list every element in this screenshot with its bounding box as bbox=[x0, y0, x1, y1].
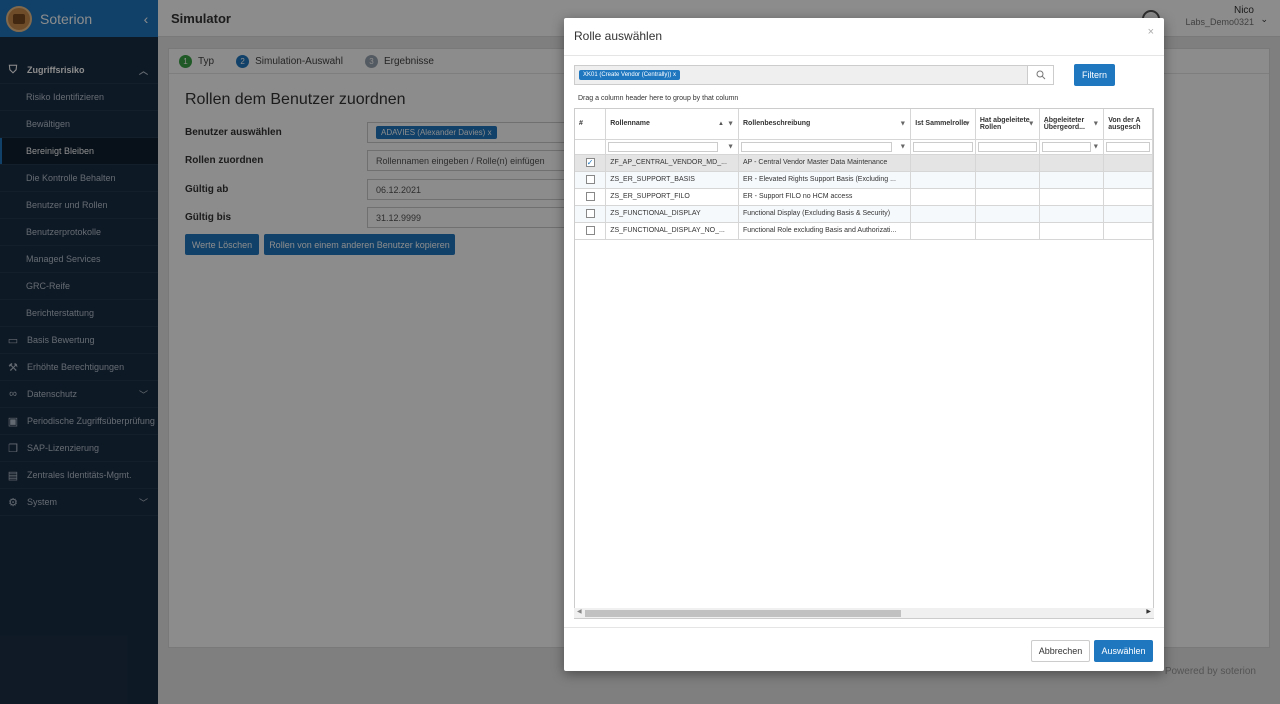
column-header-derived-parent[interactable]: Abgeleiteter Übergeord... ▼ bbox=[1039, 109, 1105, 140]
table-row[interactable]: ZS_ER_SUPPORT_BASIS ER - Elevated Rights … bbox=[575, 171, 1153, 189]
divider bbox=[564, 627, 1164, 628]
excluded-cell bbox=[1103, 188, 1153, 206]
scroll-left-icon[interactable]: ◀ bbox=[577, 608, 582, 615]
filter-cell: ▼ bbox=[605, 139, 739, 155]
filter-cell: ▼ bbox=[1039, 139, 1105, 155]
filter-icon[interactable]: ▼ bbox=[727, 120, 734, 127]
derived-parent-cell bbox=[1039, 171, 1105, 189]
checkbox-cell bbox=[575, 171, 607, 189]
excluded-cell bbox=[1103, 205, 1153, 223]
column-header-role-description[interactable]: Rollenbeschreibung ▼ bbox=[738, 109, 912, 140]
role-name-cell: ZF_AP_CENTRAL_VENDOR_MD_... bbox=[605, 154, 739, 172]
column-filter-input[interactable] bbox=[1041, 141, 1091, 152]
excluded-cell bbox=[1103, 171, 1153, 189]
column-header-excluded[interactable]: Von der A ausgesch bbox=[1103, 109, 1153, 140]
column-filter-input[interactable] bbox=[1106, 141, 1150, 152]
role-description-cell: AP - Central Vendor Master Data Maintena… bbox=[738, 154, 912, 172]
derived-parent-cell bbox=[1039, 154, 1105, 172]
search-icon bbox=[1036, 70, 1045, 80]
filter-button[interactable]: Filtern bbox=[1074, 64, 1115, 86]
role-description-cell: Functional Role excluding Basis and Auth… bbox=[738, 222, 912, 240]
excluded-cell bbox=[1103, 154, 1153, 172]
derived-parent-cell bbox=[1039, 222, 1105, 240]
select-button[interactable]: Auswählen bbox=[1094, 640, 1153, 662]
row-checkbox[interactable] bbox=[585, 175, 595, 184]
divider bbox=[564, 55, 1164, 56]
is-composite-cell bbox=[910, 171, 976, 189]
sort-asc-icon[interactable]: ▲ bbox=[718, 121, 724, 127]
group-by-hint: Drag a column header here to group by th… bbox=[578, 95, 739, 102]
has-derived-cell bbox=[975, 188, 1040, 206]
column-header-has-derived[interactable]: Hat abgeleitete Rollen ▼ bbox=[975, 109, 1040, 140]
role-name-cell: ZS_ER_SUPPORT_FILO bbox=[605, 188, 739, 206]
has-derived-cell bbox=[975, 154, 1040, 172]
filter-icon[interactable]: ▼ bbox=[899, 143, 906, 150]
role-description-cell: ER - Support FILO no HCM access bbox=[738, 188, 912, 206]
checkbox-cell bbox=[575, 205, 607, 223]
column-header-index: # bbox=[575, 109, 607, 140]
row-checkbox[interactable] bbox=[585, 226, 595, 235]
derived-parent-cell bbox=[1039, 205, 1105, 223]
cancel-button[interactable]: Abbrechen bbox=[1031, 640, 1090, 662]
row-checkbox[interactable] bbox=[585, 192, 595, 201]
has-derived-cell bbox=[975, 222, 1040, 240]
role-select-modal: Rolle auswählen × XK01 (Create Vendor (C… bbox=[564, 18, 1164, 671]
checkbox-cell: ✓ bbox=[575, 154, 607, 172]
is-composite-cell bbox=[910, 222, 976, 240]
filter-icon[interactable]: ▼ bbox=[727, 143, 734, 150]
column-filter-input[interactable] bbox=[977, 141, 1037, 152]
role-search-input[interactable]: XK01 (Create Vendor (Centrally)) x bbox=[574, 65, 1054, 85]
filter-cell bbox=[575, 139, 607, 155]
column-filter-input[interactable] bbox=[608, 141, 719, 152]
close-icon[interactable]: × bbox=[1148, 26, 1154, 38]
checkbox-cell bbox=[575, 222, 607, 240]
table-row[interactable]: ZS_FUNCTIONAL_DISPLAY_NO_... Functional R… bbox=[575, 222, 1153, 240]
derived-parent-cell bbox=[1039, 188, 1105, 206]
is-composite-cell bbox=[910, 154, 976, 172]
role-name-cell: ZS_FUNCTIONAL_DISPLAY bbox=[605, 205, 739, 223]
table-row[interactable]: ZS_FUNCTIONAL_DISPLAY Functional Display … bbox=[575, 205, 1153, 223]
filter-icon[interactable]: ▼ bbox=[899, 120, 906, 127]
search-button[interactable] bbox=[1027, 66, 1053, 84]
row-checkbox[interactable]: ✓ bbox=[585, 158, 595, 167]
modal-title: Rolle auswählen bbox=[574, 29, 663, 43]
filter-cell bbox=[1103, 139, 1153, 155]
is-composite-cell bbox=[910, 205, 976, 223]
role-description-cell: ER - Elevated Rights Support Basis (Excl… bbox=[738, 171, 912, 189]
search-chip: XK01 (Create Vendor (Centrally)) x bbox=[579, 70, 681, 80]
horizontal-scrollbar[interactable]: ◀ ▶ bbox=[574, 608, 1154, 618]
filter-icon[interactable]: ▼ bbox=[1028, 120, 1035, 127]
checkbox-cell bbox=[575, 188, 607, 206]
grid-filter-row: ▼ ▼ ▼ bbox=[575, 139, 1153, 155]
role-name-cell: ZS_ER_SUPPORT_BASIS bbox=[605, 171, 739, 189]
roles-grid: # Rollenname ▲ ▼ Rollenbeschreibung ▼ Ist S… bbox=[574, 108, 1154, 619]
table-row[interactable]: ✓ ZF_AP_CENTRAL_VENDOR_MD_... AP - Central… bbox=[575, 154, 1153, 172]
column-header-is-composite[interactable]: Ist Sammelrolle ▼ bbox=[910, 109, 976, 140]
filter-icon[interactable]: ▼ bbox=[964, 120, 971, 127]
column-filter-input[interactable] bbox=[741, 141, 892, 152]
column-header-role-name[interactable]: Rollenname ▲ ▼ bbox=[605, 109, 739, 140]
filter-cell bbox=[910, 139, 976, 155]
role-description-cell: Functional Display (Excluding Basis & Se… bbox=[738, 205, 912, 223]
column-filter-input[interactable] bbox=[913, 141, 973, 152]
has-derived-cell bbox=[975, 205, 1040, 223]
excluded-cell bbox=[1103, 222, 1153, 240]
grid-header-row: # Rollenname ▲ ▼ Rollenbeschreibung ▼ Ist S… bbox=[575, 109, 1153, 140]
is-composite-cell bbox=[910, 188, 976, 206]
table-row[interactable]: ZS_ER_SUPPORT_FILO ER - Support FILO no H… bbox=[575, 188, 1153, 206]
filter-cell: ▼ bbox=[738, 139, 912, 155]
row-checkbox[interactable] bbox=[585, 209, 595, 218]
has-derived-cell bbox=[975, 171, 1040, 189]
filter-icon[interactable]: ▼ bbox=[1092, 120, 1099, 127]
filter-icon[interactable]: ▼ bbox=[1092, 143, 1099, 150]
scroll-right-icon[interactable]: ▶ bbox=[1146, 608, 1151, 615]
chip-remove-icon[interactable]: x bbox=[673, 72, 676, 78]
scrollbar-thumb[interactable] bbox=[585, 610, 901, 617]
filter-cell bbox=[975, 139, 1040, 155]
role-name-cell: ZS_FUNCTIONAL_DISPLAY_NO_... bbox=[605, 222, 739, 240]
